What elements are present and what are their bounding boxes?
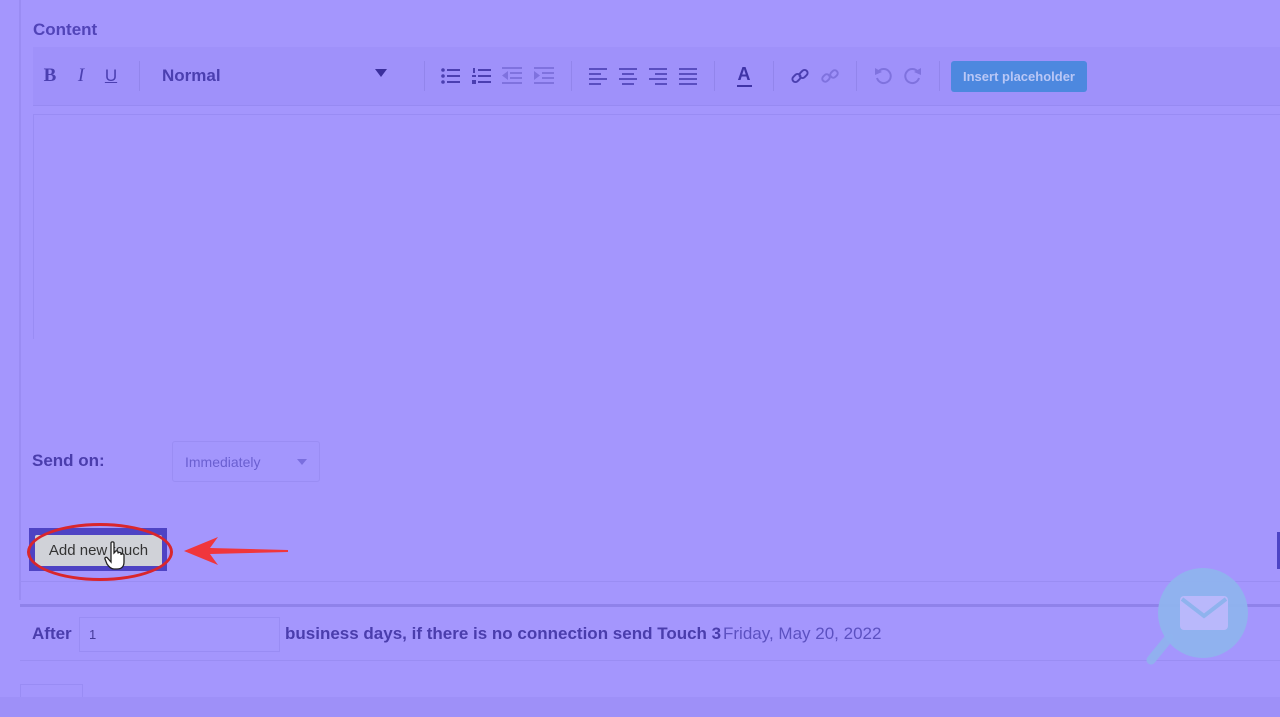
align-justify-icon[interactable] bbox=[679, 68, 698, 85]
italic-button[interactable]: I bbox=[72, 64, 90, 88]
bold-button[interactable]: B bbox=[41, 64, 59, 88]
bold-icon: B bbox=[43, 65, 57, 86]
outdent-icon[interactable] bbox=[502, 67, 523, 85]
font-color-icon: A bbox=[737, 63, 751, 84]
font-color-swatch bbox=[736, 84, 752, 87]
send-on-value: Immediately bbox=[185, 453, 261, 470]
align-left-icon[interactable] bbox=[589, 68, 608, 85]
row-divider bbox=[20, 660, 1280, 661]
section-divider bbox=[20, 604, 1280, 607]
text-style-select[interactable]: Normal bbox=[161, 61, 387, 91]
insert-placeholder-button[interactable]: Insert placeholder bbox=[951, 61, 1087, 92]
align-center-icon[interactable] bbox=[619, 68, 638, 85]
font-color-button[interactable]: A bbox=[735, 62, 753, 88]
after-label: After bbox=[32, 624, 72, 643]
form-left-border bbox=[19, 0, 21, 600]
send-on-label: Send on: bbox=[32, 451, 105, 470]
numbered-list-icon[interactable] bbox=[472, 67, 492, 85]
link-icon[interactable] bbox=[791, 67, 809, 85]
text-style-value: Normal bbox=[162, 66, 221, 85]
editor-toolbar: B I U Normal A Insert placeholder bbox=[33, 47, 1280, 106]
highlight-ring bbox=[27, 523, 173, 581]
block-bottom-border bbox=[20, 581, 1280, 582]
mail-search-widget-icon[interactable] bbox=[1143, 568, 1249, 674]
bulleted-list-icon[interactable] bbox=[441, 67, 461, 85]
hand-cursor-icon bbox=[104, 541, 125, 570]
toolbar-separator bbox=[773, 61, 774, 91]
toolbar-separator bbox=[424, 61, 425, 91]
underline-icon: U bbox=[104, 66, 118, 85]
toolbar-separator bbox=[714, 61, 715, 91]
toolbar-separator bbox=[571, 61, 572, 91]
content-editor[interactable] bbox=[33, 114, 1280, 339]
chevron-down-icon bbox=[297, 459, 307, 465]
after-description: business days, if there is no connection… bbox=[285, 624, 722, 643]
scheduled-date: Friday, May 20, 2022 bbox=[723, 624, 882, 643]
undo-icon[interactable] bbox=[874, 66, 892, 85]
toolbar-separator bbox=[939, 61, 940, 91]
business-days-value: 1 bbox=[89, 627, 97, 642]
content-section-title: Content bbox=[33, 20, 98, 39]
pointer-arrow-icon bbox=[184, 537, 288, 565]
toolbar-separator bbox=[856, 61, 857, 91]
indent-icon[interactable] bbox=[534, 67, 555, 85]
touch-schedule-row: After 1 business days, if there is no co… bbox=[0, 615, 1280, 655]
chevron-down-icon bbox=[375, 69, 387, 77]
send-on-select[interactable]: Immediately bbox=[172, 441, 320, 482]
bottom-bar bbox=[0, 697, 1280, 717]
redo-icon[interactable] bbox=[904, 66, 922, 85]
underline-button[interactable]: U bbox=[102, 64, 120, 88]
business-days-input[interactable]: 1 bbox=[79, 617, 280, 652]
toolbar-separator bbox=[139, 61, 140, 91]
unlink-icon[interactable] bbox=[821, 67, 839, 85]
italic-icon: I bbox=[77, 65, 85, 86]
align-right-icon[interactable] bbox=[649, 68, 668, 85]
